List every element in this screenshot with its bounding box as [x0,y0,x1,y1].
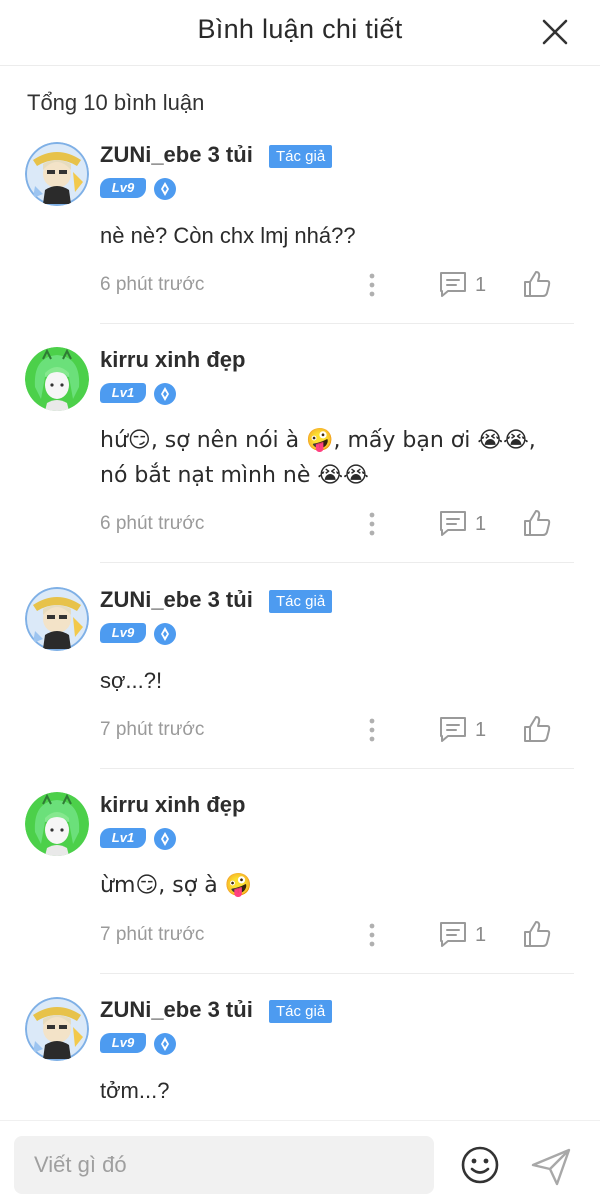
reply-count: 1 [475,513,487,535]
author-badge: Tác giả [269,1000,333,1023]
level-badge: Lv1 [100,383,146,403]
reply-count: 1 [475,274,487,296]
comment-author-name[interactable]: kirru xinh đẹp [100,347,245,373]
gem-icon [154,178,176,200]
comment-icon[interactable] [438,920,468,948]
writer-avatar-icon [25,587,89,651]
comment-author-name[interactable]: ZUNi_ebe 3 tủi [100,142,253,168]
divider [100,323,574,324]
divider [100,562,574,563]
writer-avatar-icon [25,142,89,206]
more-vertical-icon[interactable] [366,511,378,537]
level-badge: Lv9 [100,623,146,643]
divider [100,973,574,974]
thumbs-up-icon[interactable] [522,714,552,744]
send-icon[interactable] [530,1147,572,1187]
comment-text: tởm...? [100,1078,170,1103]
green-hair-avatar-icon [25,347,89,411]
comment-text: ừm😏, sợ à 🤪 [100,873,253,898]
divider [100,768,574,769]
comment-author-name[interactable]: ZUNi_ebe 3 tủi [100,587,253,613]
comment-icon[interactable] [438,715,468,743]
level-badge: Lv9 [100,1033,146,1053]
author-badge: Tác giả [269,145,333,168]
reply-count: 1 [475,924,487,946]
more-vertical-icon[interactable] [366,922,378,948]
thumbs-up-icon[interactable] [522,508,552,538]
avatar[interactable] [25,142,89,206]
avatar[interactable] [25,347,89,411]
avatar[interactable] [25,792,89,856]
close-icon[interactable] [540,17,570,47]
comment-time: 7 phút trước [100,924,205,945]
gem-icon [154,828,176,850]
comment-composer [0,1120,600,1201]
level-badge: Lv1 [100,828,146,848]
thumbs-up-icon[interactable] [522,269,552,299]
more-vertical-icon[interactable] [366,717,378,743]
comment-time: 6 phút trước [100,513,205,534]
green-hair-avatar-icon [25,792,89,856]
gem-icon [154,383,176,405]
comment-icon[interactable] [438,509,468,537]
comment-time: 6 phút trước [100,274,205,295]
comment-text: nè nè? Còn chx lmj nhá?? [100,223,356,248]
comment-total: Tổng 10 bình luận [27,90,205,115]
more-vertical-icon[interactable] [366,272,378,298]
writer-avatar-icon [25,997,89,1061]
comment-author-name[interactable]: ZUNi_ebe 3 tủi [100,997,253,1023]
gem-icon [154,623,176,645]
gem-icon [154,1033,176,1055]
smiley-icon[interactable] [460,1145,500,1185]
level-badge: Lv9 [100,178,146,198]
avatar[interactable] [25,997,89,1061]
comment-input[interactable] [14,1136,434,1194]
reply-count: 1 [475,719,487,741]
comment-time: 7 phút trước [100,719,205,740]
comment-text: hứ😏, sợ nên nói à 🤪, mấy bạn ơi 😭😭, nó b… [100,428,536,488]
author-badge: Tác giả [269,590,333,613]
header: Bình luận chi tiết [0,0,600,66]
page-title: Bình luận chi tiết [197,14,403,44]
comment-text: sợ...?! [100,668,163,693]
thumbs-up-icon[interactable] [522,919,552,949]
comment-icon[interactable] [438,270,468,298]
avatar[interactable] [25,587,89,651]
comment-author-name[interactable]: kirru xinh đẹp [100,792,245,818]
